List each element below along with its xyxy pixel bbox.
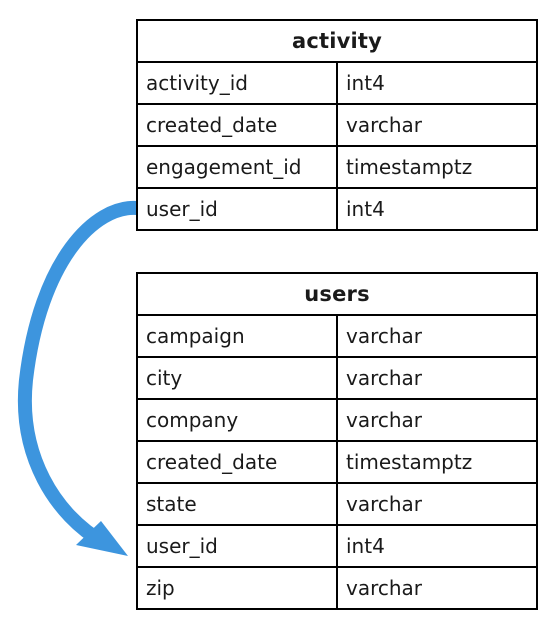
users-column-name-1: city <box>136 356 338 400</box>
users-column-name-6: zip <box>136 566 338 610</box>
users-column-type-6: varchar <box>336 566 538 610</box>
activity-column-type-1: varchar <box>336 103 538 147</box>
activity-column-name-2: engagement_id <box>136 145 338 189</box>
table-row[interactable]: created_date timestamptz <box>136 440 538 484</box>
users-column-type-0: varchar <box>336 314 538 358</box>
table-users-title-row: users <box>136 272 538 316</box>
users-column-name-5: user_id <box>136 524 338 568</box>
users-column-name-4: state <box>136 482 338 526</box>
relationship-arrow-curve <box>17 200 138 550</box>
table-row[interactable]: zip varchar <box>136 566 538 610</box>
activity-column-name-3: user_id <box>136 187 338 231</box>
table-activity[interactable]: activity activity_id int4 created_date v… <box>136 19 538 231</box>
table-row[interactable]: engagement_id timestamptz <box>136 145 538 189</box>
users-column-type-4: varchar <box>336 482 538 526</box>
users-column-type-5: int4 <box>336 524 538 568</box>
users-column-type-1: varchar <box>336 356 538 400</box>
users-column-name-0: campaign <box>136 314 338 358</box>
users-column-name-3: created_date <box>136 440 338 484</box>
table-row[interactable]: state varchar <box>136 482 538 526</box>
table-row[interactable]: activity_id int4 <box>136 61 538 105</box>
activity-column-type-2: timestamptz <box>336 145 538 189</box>
activity-column-type-0: int4 <box>336 61 538 105</box>
table-users[interactable]: users campaign varchar city varchar comp… <box>136 272 538 610</box>
table-row[interactable]: company varchar <box>136 398 538 442</box>
table-row[interactable]: user_id int4 <box>136 187 538 231</box>
relationship-arrow-head <box>76 521 128 556</box>
table-row[interactable]: user_id int4 <box>136 524 538 568</box>
users-column-name-2: company <box>136 398 338 442</box>
table-activity-title: activity <box>136 19 538 63</box>
table-row[interactable]: created_date varchar <box>136 103 538 147</box>
activity-column-name-0: activity_id <box>136 61 338 105</box>
activity-column-type-3: int4 <box>336 187 538 231</box>
activity-column-name-1: created_date <box>136 103 338 147</box>
users-column-type-2: varchar <box>336 398 538 442</box>
table-users-title: users <box>136 272 538 316</box>
table-row[interactable]: city varchar <box>136 356 538 400</box>
users-column-type-3: timestamptz <box>336 440 538 484</box>
table-activity-title-row: activity <box>136 19 538 63</box>
diagram-canvas: activity activity_id int4 created_date v… <box>0 0 560 632</box>
table-row[interactable]: campaign varchar <box>136 314 538 358</box>
